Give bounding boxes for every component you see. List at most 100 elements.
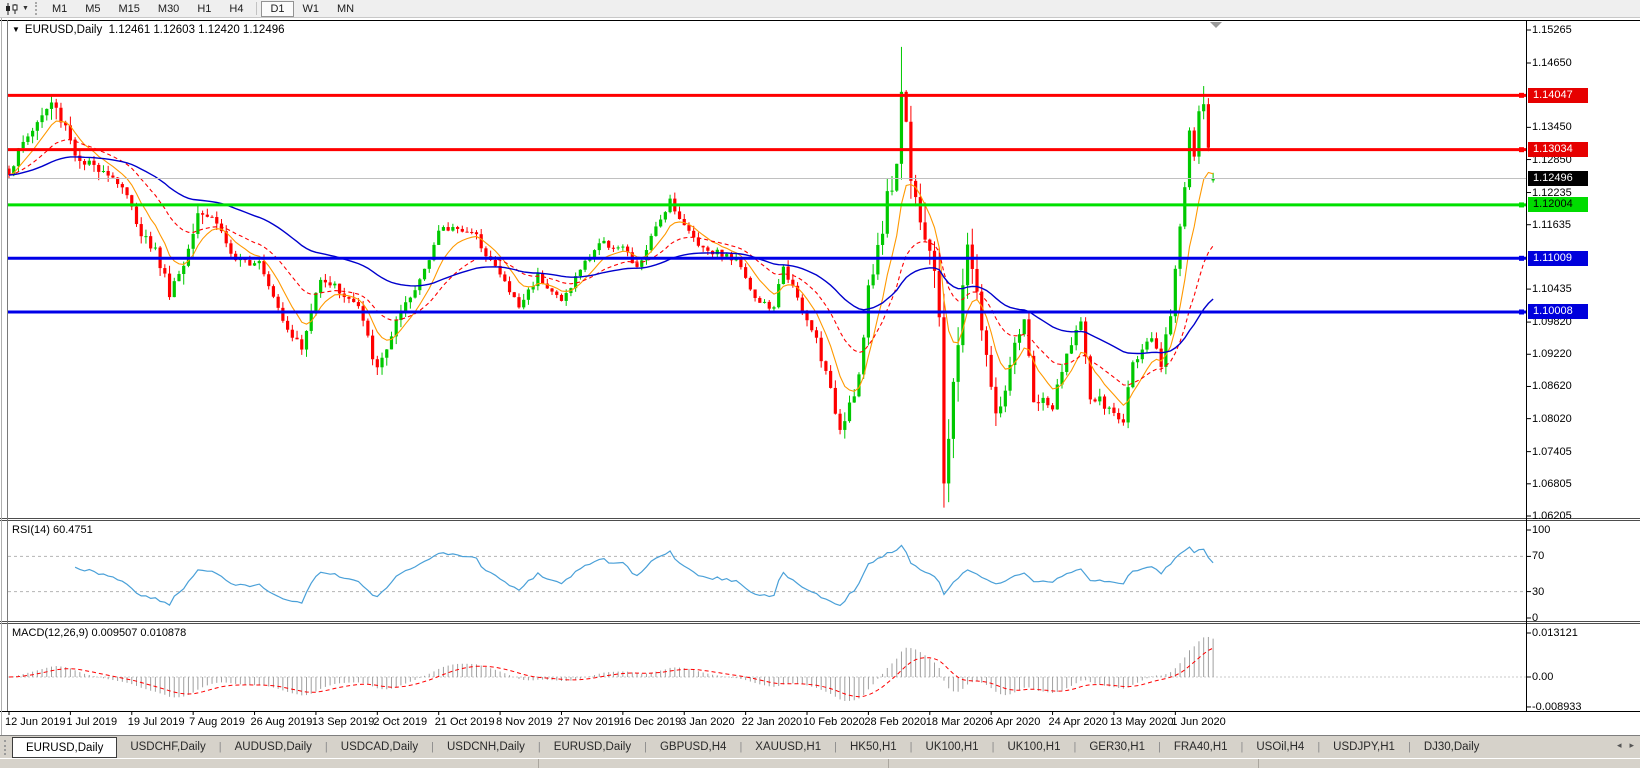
macd-indicator-label: MACD(12,26,9) 0.009507 0.010878 [12, 627, 187, 639]
price-axis-label: 1.15265 [1532, 24, 1572, 36]
tab-scroll-right-button[interactable]: ▸ [1629, 740, 1634, 751]
candles [8, 46, 1215, 508]
date-label: 26 Aug 2019 [250, 716, 313, 728]
macd-axis-label: 0.013121 [1532, 627, 1578, 639]
chart-tab-dj30-daily[interactable]: DJ30,Daily [1411, 737, 1493, 758]
tabbar-grip[interactable] [4, 739, 6, 755]
hline-anchor[interactable] [1519, 92, 1524, 98]
price-axis-label: 1.13450 [1532, 121, 1572, 134]
timeframe-button-h1[interactable]: H1 [188, 1, 220, 17]
status-strip [0, 758, 1640, 768]
timeframe-button-m15[interactable]: M15 [110, 1, 149, 17]
rsi-axis-label: 100 [1532, 524, 1551, 536]
chart-tab-audusd-daily[interactable]: AUDUSD,Daily [222, 737, 325, 758]
chart-tab-hk50-h1[interactable]: HK50,H1 [837, 737, 910, 758]
date-label: 10 Feb 2020 [803, 716, 865, 728]
price-badge-1.13034: 1.13034 [1528, 142, 1588, 158]
macd-histogram [13, 636, 1214, 701]
chart-tab-xauusd-h1[interactable]: XAUUSD,H1 [742, 737, 834, 758]
macd-signal-line [8, 647, 1214, 698]
chart-tab-eurusd-daily[interactable]: EURUSD,Daily [541, 737, 644, 758]
hline-anchor[interactable] [1519, 255, 1524, 261]
price-badge-1.10008: 1.10008 [1528, 304, 1588, 320]
rsi-axis-label: 70 [1532, 550, 1545, 563]
candlestick-chart-icon[interactable] [3, 2, 21, 16]
date-label: 2 Oct 2019 [373, 716, 428, 728]
chart-tab-eurusd-daily[interactable]: EURUSD,Daily [12, 736, 118, 758]
status-divider [1258, 759, 1259, 768]
status-divider [538, 759, 539, 768]
hline-anchor[interactable] [1519, 309, 1524, 315]
chart-info-line: ▼ EURUSD,Daily 1.12461 1.12603 1.12420 1.… [12, 24, 285, 36]
toolbar-grip[interactable] [34, 2, 37, 15]
macd-axis-label: 0.00 [1532, 671, 1554, 683]
price-axis-label: 1.08620 [1532, 380, 1572, 393]
date-label: 8 Nov 2019 [496, 716, 553, 728]
toolbar-divider [256, 2, 258, 15]
price-axis-label: 1.09220 [1532, 348, 1572, 361]
chart-tab-usdjpy-h1[interactable]: USDJPY,H1 [1320, 737, 1408, 758]
tab-scroll-buttons: ◂ ▸ [1617, 740, 1634, 751]
chart-tab-uk100-h1[interactable]: UK100,H1 [994, 737, 1073, 758]
timeframe-button-d1[interactable]: D1 [261, 0, 294, 17]
chart-tab-gbpusd-h4[interactable]: GBPUSD,H4 [647, 737, 739, 758]
date-label: 16 Dec 2019 [618, 716, 682, 728]
timeframe-button-m30[interactable]: M30 [149, 1, 188, 17]
timeframe-button-h4[interactable]: H4 [220, 1, 252, 17]
price-axis-label: 1.10435 [1532, 283, 1572, 296]
symbol-period-label: EURUSD,Daily [24, 24, 103, 36]
macd-axis-label: -0.008933 [1532, 700, 1582, 713]
chart-tab-fra40-h1[interactable]: FRA40,H1 [1161, 737, 1241, 758]
price-axis-label: 1.06805 [1532, 477, 1572, 490]
rsi-axis-label: 30 [1532, 585, 1545, 598]
date-label: 21 Oct 2019 [434, 716, 495, 728]
tab-scroll-left-button[interactable]: ◂ [1617, 740, 1622, 751]
date-label: 28 Feb 2020 [864, 716, 927, 728]
timeframe-toolbar: ▼ M1 M5 M15 M30 H1 H4 D1 W1 MN [0, 0, 1640, 18]
terminal-window: ▼ M1 M5 M15 M30 H1 H4 D1 W1 MN ▼ EURUSD,Daily 1.1… [0, 0, 1640, 768]
chart-tab-usoil-h4[interactable]: USOil,H4 [1243, 737, 1317, 758]
date-label: 27 Nov 2019 [557, 716, 620, 728]
macd-panel[interactable] [8, 636, 1526, 701]
price-badge-1.14047: 1.14047 [1528, 87, 1588, 103]
timeframe-button-mn[interactable]: MN [328, 1, 363, 17]
rsi-panel[interactable] [8, 544, 1526, 607]
date-label: 1 Jun 2020 [1171, 716, 1226, 728]
hline-anchor[interactable] [1519, 202, 1524, 208]
chevron-down-icon[interactable]: ▼ [12, 25, 20, 34]
date-label: 13 May 2020 [1109, 716, 1174, 728]
price-axis-label: 1.14650 [1532, 56, 1572, 69]
timeframe-button-m1[interactable]: M1 [43, 1, 76, 17]
date-label: 1 Jul 2019 [66, 716, 118, 728]
rsi-axis-label: 0 [1532, 612, 1539, 624]
price-axis-label: 1.06205 [1532, 510, 1572, 522]
chart-tab-bar: EURUSD,Daily USDCHF,Daily | AUDUSD,Daily | US… [0, 735, 1640, 758]
timeframe-button-w1[interactable]: W1 [294, 1, 329, 17]
chart-tab-usdcad-daily[interactable]: USDCAD,Daily [328, 737, 431, 758]
chart-tab-ger30-h1[interactable]: GER30,H1 [1076, 737, 1158, 758]
chart-tab-usdchf-daily[interactable]: USDCHF,Daily [117, 737, 218, 758]
date-label: 6 Apr 2020 [987, 716, 1041, 728]
chevron-down-icon[interactable]: ▼ [22, 5, 29, 12]
date-label: 24 Apr 2020 [1048, 716, 1108, 728]
chart-canvas[interactable] [0, 0, 1640, 768]
date-label: 18 Mar 2020 [925, 716, 988, 728]
price-axis-label: 1.07405 [1532, 445, 1572, 458]
ohlc-values: 1.12461 1.12603 1.12420 1.12496 [108, 24, 285, 36]
hline-anchor[interactable] [1519, 147, 1524, 153]
date-label: 3 Jan 2020 [680, 716, 735, 728]
status-divider [888, 759, 889, 768]
timeframe-button-m5[interactable]: M5 [76, 1, 109, 17]
rsi-indicator-label: RSI(14) 60.4751 [12, 524, 93, 536]
chart-tab-usdcnh-daily[interactable]: USDCNH,Daily [434, 737, 538, 758]
scroll-to-end-marker[interactable] [1210, 22, 1222, 28]
date-label: 13 Sep 2019 [311, 716, 375, 728]
price-axis-label: 1.08020 [1532, 412, 1572, 425]
rsi-line [74, 544, 1214, 607]
date-label: 22 Jan 2020 [741, 716, 803, 728]
price-badge-1.12496: 1.12496 [1528, 171, 1588, 187]
chart-tab-uk100-h1[interactable]: UK100,H1 [913, 737, 992, 758]
date-label: 19 Jul 2019 [127, 716, 185, 728]
main-price-panel[interactable] [7, 46, 1215, 508]
date-label: 12 Jun 2019 [5, 716, 66, 728]
